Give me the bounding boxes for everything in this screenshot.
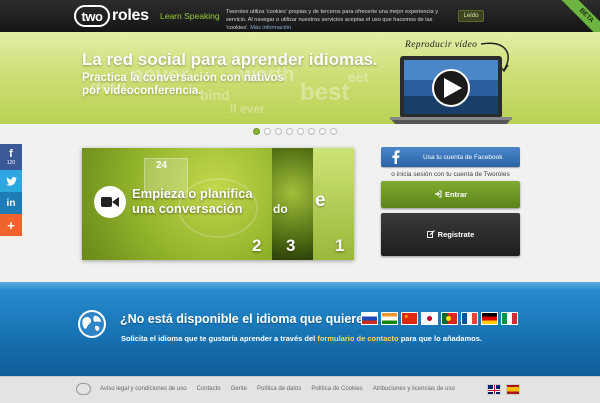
step-panel-3[interactable]: do 3 (272, 148, 313, 260)
german-flag-icon[interactable] (481, 312, 498, 325)
play-video-link[interactable]: Reproducir vídeo (405, 40, 477, 50)
main-section: 24 Empieza o planifica una conversación … (0, 138, 600, 282)
login-button-label: Entrar (444, 190, 468, 199)
sign-in-icon (434, 190, 442, 200)
footer-link-data-policy[interactable]: Política de datos (257, 386, 301, 392)
slider-dot[interactable] (286, 128, 293, 135)
facebook-login-label: Usa tu cuenta de Facebook (423, 153, 503, 161)
footer-nav: Aviso legal y condiciones de uso Contact… (100, 386, 455, 392)
login-button[interactable]: Entrar (381, 181, 520, 208)
portuguese-flag-icon[interactable] (441, 312, 458, 325)
cookie-notice: Tworoles utiliza 'cookies' propias y de … (226, 8, 456, 32)
edit-icon (426, 229, 435, 240)
hero-title: La red social para aprender idiomas. (82, 50, 378, 69)
facebook-login-button[interactable]: Usa tu cuenta de Facebook (381, 147, 520, 167)
share-twitter-button[interactable] (0, 170, 22, 192)
panel-fragment-text: do (273, 202, 288, 216)
slider-strip (0, 124, 600, 138)
chinese-flag-icon[interactable]: ★ (401, 312, 418, 325)
footer-link-attributions[interactable]: Atribuciones y licencias de uso (373, 386, 455, 392)
share-count: 120 (6, 159, 16, 166)
top-bar: two roles Learn Speaking Tworoles utiliz… (0, 0, 600, 42)
footer-link-cookies[interactable]: Política de Cookies (311, 386, 362, 392)
italian-flag-icon[interactable] (501, 312, 518, 325)
spanish-flag-icon[interactable] (506, 384, 520, 395)
languages-title: ¿No está disponible el idioma que quiere… (120, 312, 378, 326)
footer: Aviso legal y condiciones de uso Contact… (0, 376, 600, 403)
steps-panels: 24 Empieza o planifica una conversación … (82, 148, 354, 260)
slider-dot[interactable] (297, 128, 304, 135)
register-button[interactable]: Registrate (381, 213, 520, 256)
footer-link-people[interactable]: Gente (231, 386, 247, 392)
twitter-icon (5, 176, 17, 186)
panel-fragment-text: e (315, 190, 326, 211)
french-flag-icon[interactable] (461, 312, 478, 325)
language-request-text: Solicita el idioma que te gustaría apren… (121, 334, 482, 343)
calendar-day: 24 (156, 160, 168, 171)
slider-dots (253, 128, 337, 135)
logo-bubble: two (74, 5, 110, 27)
footer-link-legal[interactable]: Aviso legal y condiciones de uso (100, 386, 187, 392)
slider-dot[interactable] (308, 128, 315, 135)
step-panel-2[interactable]: 24 Empieza o planifica una conversación … (82, 148, 272, 260)
slider-dot[interactable] (264, 128, 271, 135)
chat-bubble-icon (76, 383, 91, 395)
japanese-flag-icon[interactable] (421, 312, 438, 325)
facebook-icon (389, 150, 403, 164)
panel-number: 1 (335, 236, 345, 255)
share-linkedin-button[interactable]: in (0, 192, 22, 214)
languages-section: ¿No está disponible el idioma que quiere… (0, 282, 600, 376)
footer-link-contact[interactable]: Contacto (197, 386, 221, 392)
linkedin-icon: in (6, 197, 16, 209)
request-text-before: Solicita el idioma que te gustaría apren… (121, 334, 316, 343)
logo[interactable]: two roles (74, 5, 149, 27)
step-panel-1[interactable]: e 1 (313, 148, 354, 260)
panel-number: 2 (252, 236, 262, 255)
site-language-switcher (487, 384, 520, 395)
share-more-button[interactable]: + (0, 214, 22, 236)
cookie-more-link[interactable]: Más información (250, 25, 291, 31)
video-camera-icon (94, 186, 126, 218)
slider-dot[interactable] (253, 128, 260, 135)
share-facebook-button[interactable]: f 120 (0, 144, 22, 170)
facebook-icon: f (9, 147, 13, 160)
page: two roles Learn Speaking Tworoles utiliz… (0, 0, 600, 403)
hero-banner: devi never bind worth best ll ever eet L… (0, 32, 600, 124)
plus-icon: + (7, 217, 15, 233)
laptop-video-preview[interactable] (388, 54, 516, 124)
slider-dot[interactable] (275, 128, 282, 135)
share-sidebar: f 120 in + (0, 144, 22, 236)
slider-dot[interactable] (330, 128, 337, 135)
globe-icon (78, 310, 106, 338)
panel-number: 3 (286, 236, 296, 255)
login-alt-text: o inicia sesión con tu cuenta de Tworole… (391, 171, 510, 178)
slider-dot[interactable] (319, 128, 326, 135)
register-button-label: Registrate (437, 230, 475, 239)
panel-action-text: Empieza o planifica una conversación (132, 186, 253, 216)
russian-flag-icon[interactable] (361, 312, 378, 325)
section-shade (0, 282, 600, 290)
contact-form-link[interactable]: formulario de contacto (317, 334, 398, 343)
request-text-after: para que lo añadamos. (400, 334, 482, 343)
indian-flag-icon[interactable] (381, 312, 398, 325)
available-language-flags: ★ (361, 312, 518, 325)
logo-text: roles (112, 7, 149, 24)
english-flag-icon[interactable] (487, 384, 501, 395)
cookie-ok-button[interactable]: Leído (458, 10, 484, 22)
tagline: Learn Speaking (160, 11, 220, 21)
hero-subtitle: Practica la conversación con nativos por… (82, 72, 284, 97)
